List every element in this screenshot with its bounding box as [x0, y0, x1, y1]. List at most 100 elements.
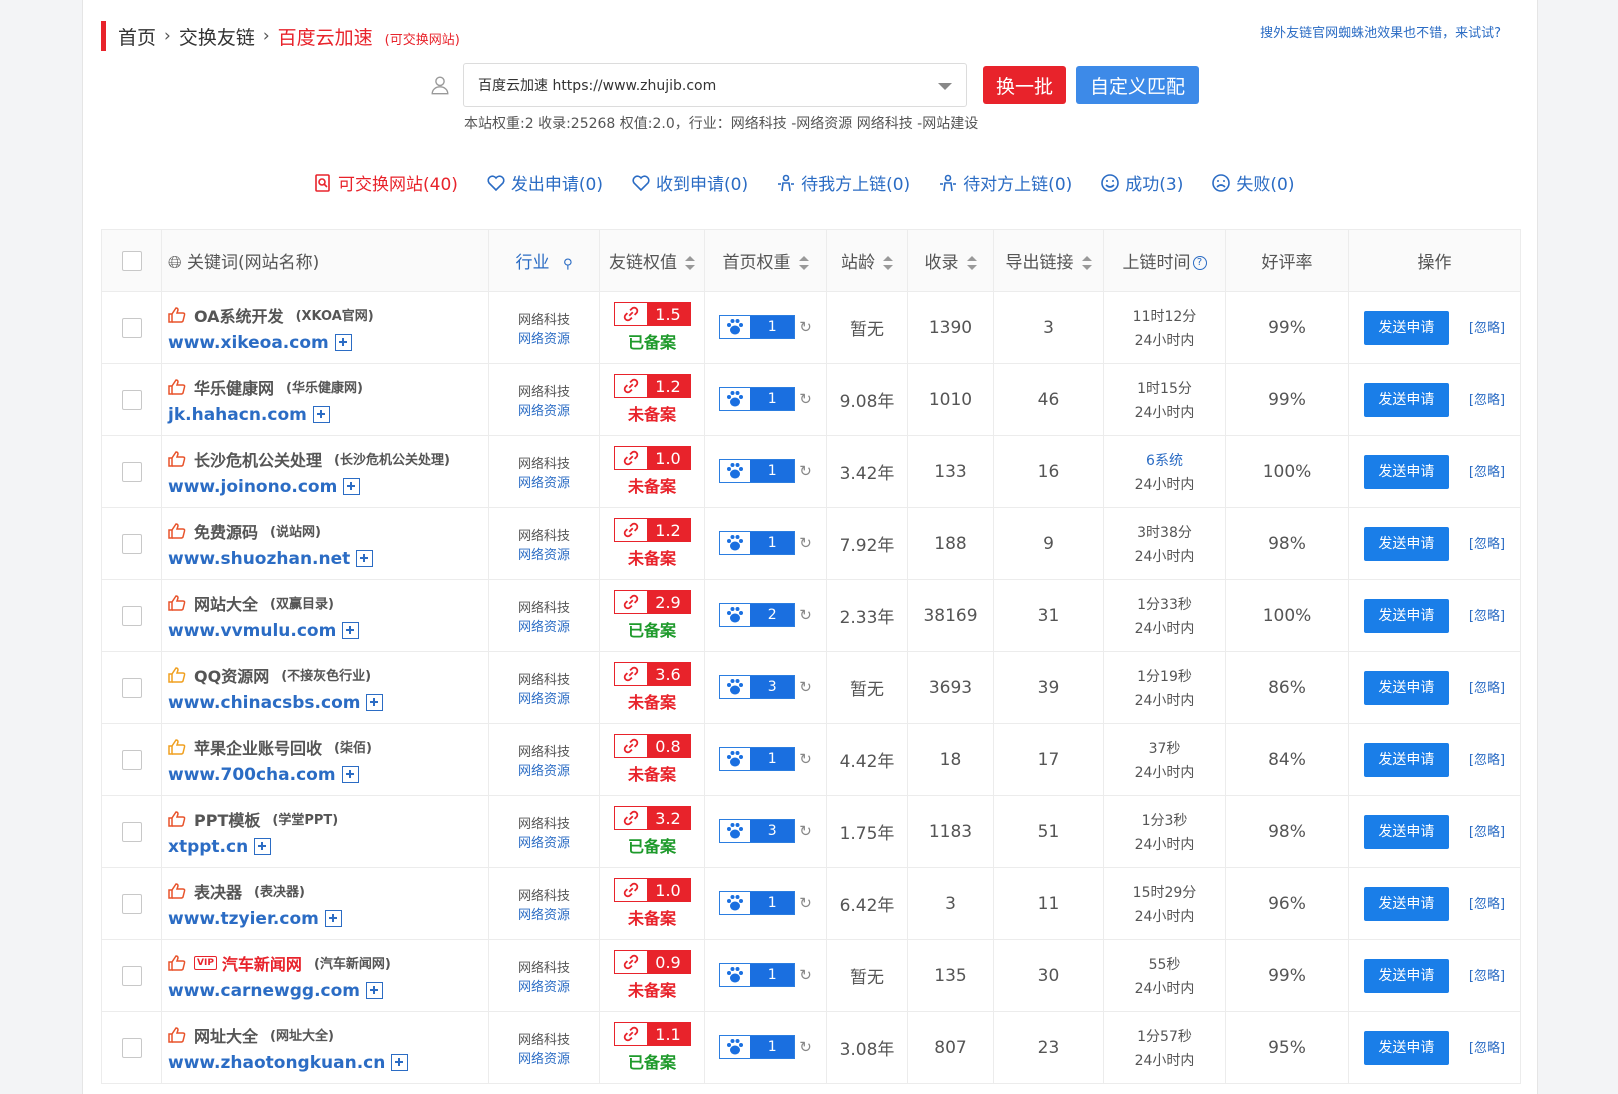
indexed-cell[interactable]: 188: [907, 507, 994, 580]
send-request-button[interactable]: 发送申请: [1363, 382, 1449, 417]
site-url-link[interactable]: www.tzyier.com: [168, 909, 319, 929]
tab-1[interactable]: 发出申请(0): [486, 170, 603, 195]
row-checkbox[interactable]: [121, 965, 142, 986]
indexed-cell[interactable]: 3693: [907, 651, 994, 724]
expand-plus-icon[interactable]: [342, 622, 360, 639]
ignore-link[interactable]: [忽略]: [1469, 321, 1505, 336]
industry-secondary[interactable]: 网络资源: [489, 688, 599, 707]
site-title[interactable]: 苹果企业账号回收: [194, 735, 322, 759]
industry-secondary[interactable]: 网络资源: [489, 472, 599, 491]
col-outlinks[interactable]: 导出链接: [993, 229, 1104, 292]
row-checkbox[interactable]: [121, 1037, 142, 1058]
col-age[interactable]: 站龄: [826, 229, 908, 292]
col-weight[interactable]: 友链权值: [599, 229, 705, 292]
row-checkbox[interactable]: [121, 317, 142, 338]
expand-plus-icon[interactable]: [366, 694, 384, 711]
industry-secondary[interactable]: 网络资源: [489, 832, 599, 851]
ignore-link[interactable]: [忽略]: [1469, 465, 1505, 480]
expand-plus-icon[interactable]: [391, 1054, 409, 1071]
site-url-link[interactable]: www.vvmulu.com: [168, 621, 336, 641]
row-checkbox[interactable]: [121, 821, 142, 842]
ignore-link[interactable]: [忽略]: [1469, 897, 1505, 912]
help-icon[interactable]: ?: [1192, 256, 1207, 270]
send-request-button[interactable]: 发送申请: [1363, 598, 1449, 633]
ignore-link[interactable]: [忽略]: [1469, 537, 1505, 552]
site-url-link[interactable]: jk.hahacn.com: [168, 405, 307, 425]
refresh-icon[interactable]: ↻: [799, 750, 812, 768]
site-title[interactable]: 免费源码: [194, 519, 258, 543]
send-request-button[interactable]: 发送申请: [1363, 814, 1449, 849]
send-request-button[interactable]: 发送申请: [1363, 742, 1449, 777]
expand-plus-icon[interactable]: [366, 982, 384, 999]
indexed-cell[interactable]: 1390: [907, 291, 994, 364]
row-checkbox[interactable]: [121, 461, 142, 482]
row-checkbox[interactable]: [121, 749, 142, 770]
breadcrumb-home[interactable]: 首页: [118, 23, 156, 50]
tab-6[interactable]: 失败(0): [1211, 170, 1294, 195]
tab-3[interactable]: 待我方上链(0): [776, 170, 910, 195]
select-all-checkbox[interactable]: [121, 250, 142, 271]
col-br[interactable]: 首页权重: [704, 229, 827, 292]
industry-secondary[interactable]: 网络资源: [489, 904, 599, 923]
try-promo-link[interactable]: 搜外友链官网蜘蛛池效果也不错，来试试?: [1260, 22, 1501, 41]
indexed-cell[interactable]: 807: [907, 1011, 994, 1084]
site-title[interactable]: 长沙危机公关处理: [194, 447, 322, 471]
site-url-link[interactable]: www.zhaotongkuan.cn: [168, 1053, 385, 1073]
indexed-cell[interactable]: 1010: [907, 363, 994, 436]
indexed-cell[interactable]: 3: [907, 867, 994, 940]
expand-plus-icon[interactable]: [343, 478, 361, 495]
tab-2[interactable]: 收到申请(0): [631, 170, 748, 195]
row-checkbox[interactable]: [121, 389, 142, 410]
refresh-icon[interactable]: ↻: [799, 390, 812, 408]
refresh-batch-button[interactable]: 换一批: [983, 66, 1067, 104]
site-url-link[interactable]: www.joinono.com: [168, 477, 337, 497]
site-title[interactable]: PPT模板: [194, 807, 260, 831]
site-title[interactable]: 汽车新闻网: [222, 951, 302, 975]
industry-secondary[interactable]: 网络资源: [489, 976, 599, 995]
send-request-button[interactable]: 发送申请: [1363, 1030, 1449, 1065]
expand-plus-icon[interactable]: [312, 406, 330, 423]
tab-0[interactable]: 可交换网站(40): [313, 170, 458, 195]
tab-5[interactable]: 成功(3): [1100, 170, 1183, 195]
row-checkbox[interactable]: [121, 533, 142, 554]
industry-secondary[interactable]: 网络资源: [489, 328, 599, 347]
send-request-button[interactable]: 发送申请: [1363, 670, 1449, 705]
send-request-button[interactable]: 发送申请: [1363, 958, 1449, 993]
expand-plus-icon[interactable]: [324, 910, 342, 927]
send-request-button[interactable]: 发送申请: [1363, 454, 1449, 489]
industry-secondary[interactable]: 网络资源: [489, 616, 599, 635]
refresh-icon[interactable]: ↻: [799, 606, 812, 624]
site-url-link[interactable]: xtppt.cn: [168, 837, 248, 857]
site-title[interactable]: QQ资源网: [194, 663, 269, 687]
refresh-icon[interactable]: ↻: [799, 462, 812, 480]
expand-plus-icon[interactable]: [356, 550, 374, 567]
send-request-button[interactable]: 发送申请: [1363, 886, 1449, 921]
refresh-icon[interactable]: ↻: [799, 318, 812, 336]
site-title[interactable]: OA系统开发: [194, 303, 284, 327]
ignore-link[interactable]: [忽略]: [1469, 753, 1505, 768]
industry-secondary[interactable]: 网络资源: [489, 544, 599, 563]
site-url-link[interactable]: www.700cha.com: [168, 765, 336, 785]
breadcrumb-section[interactable]: 交换友链: [179, 23, 255, 50]
ignore-link[interactable]: [忽略]: [1469, 969, 1505, 984]
industry-secondary[interactable]: 网络资源: [489, 400, 599, 419]
site-url-link[interactable]: www.xikeoa.com: [168, 333, 329, 353]
indexed-cell[interactable]: 38169: [907, 579, 994, 652]
row-checkbox[interactable]: [121, 677, 142, 698]
refresh-icon[interactable]: ↻: [799, 534, 812, 552]
site-url-link[interactable]: www.shuozhan.net: [168, 549, 350, 569]
row-checkbox[interactable]: [121, 893, 142, 914]
col-indexed[interactable]: 收录: [907, 229, 994, 292]
expand-plus-icon[interactable]: [341, 766, 359, 783]
site-title[interactable]: 网址大全: [194, 1023, 258, 1047]
refresh-icon[interactable]: ↻: [799, 966, 812, 984]
ignore-link[interactable]: [忽略]: [1469, 609, 1505, 624]
indexed-cell[interactable]: 135: [907, 939, 994, 1012]
tab-4[interactable]: 待对方上链(0): [938, 170, 1072, 195]
send-request-button[interactable]: 发送申请: [1363, 310, 1449, 345]
site-title[interactable]: 表决器: [194, 879, 242, 903]
indexed-cell[interactable]: 1183: [907, 795, 994, 868]
site-title[interactable]: 华乐健康网: [194, 375, 274, 399]
expand-plus-icon[interactable]: [334, 334, 352, 351]
refresh-icon[interactable]: ↻: [799, 822, 812, 840]
